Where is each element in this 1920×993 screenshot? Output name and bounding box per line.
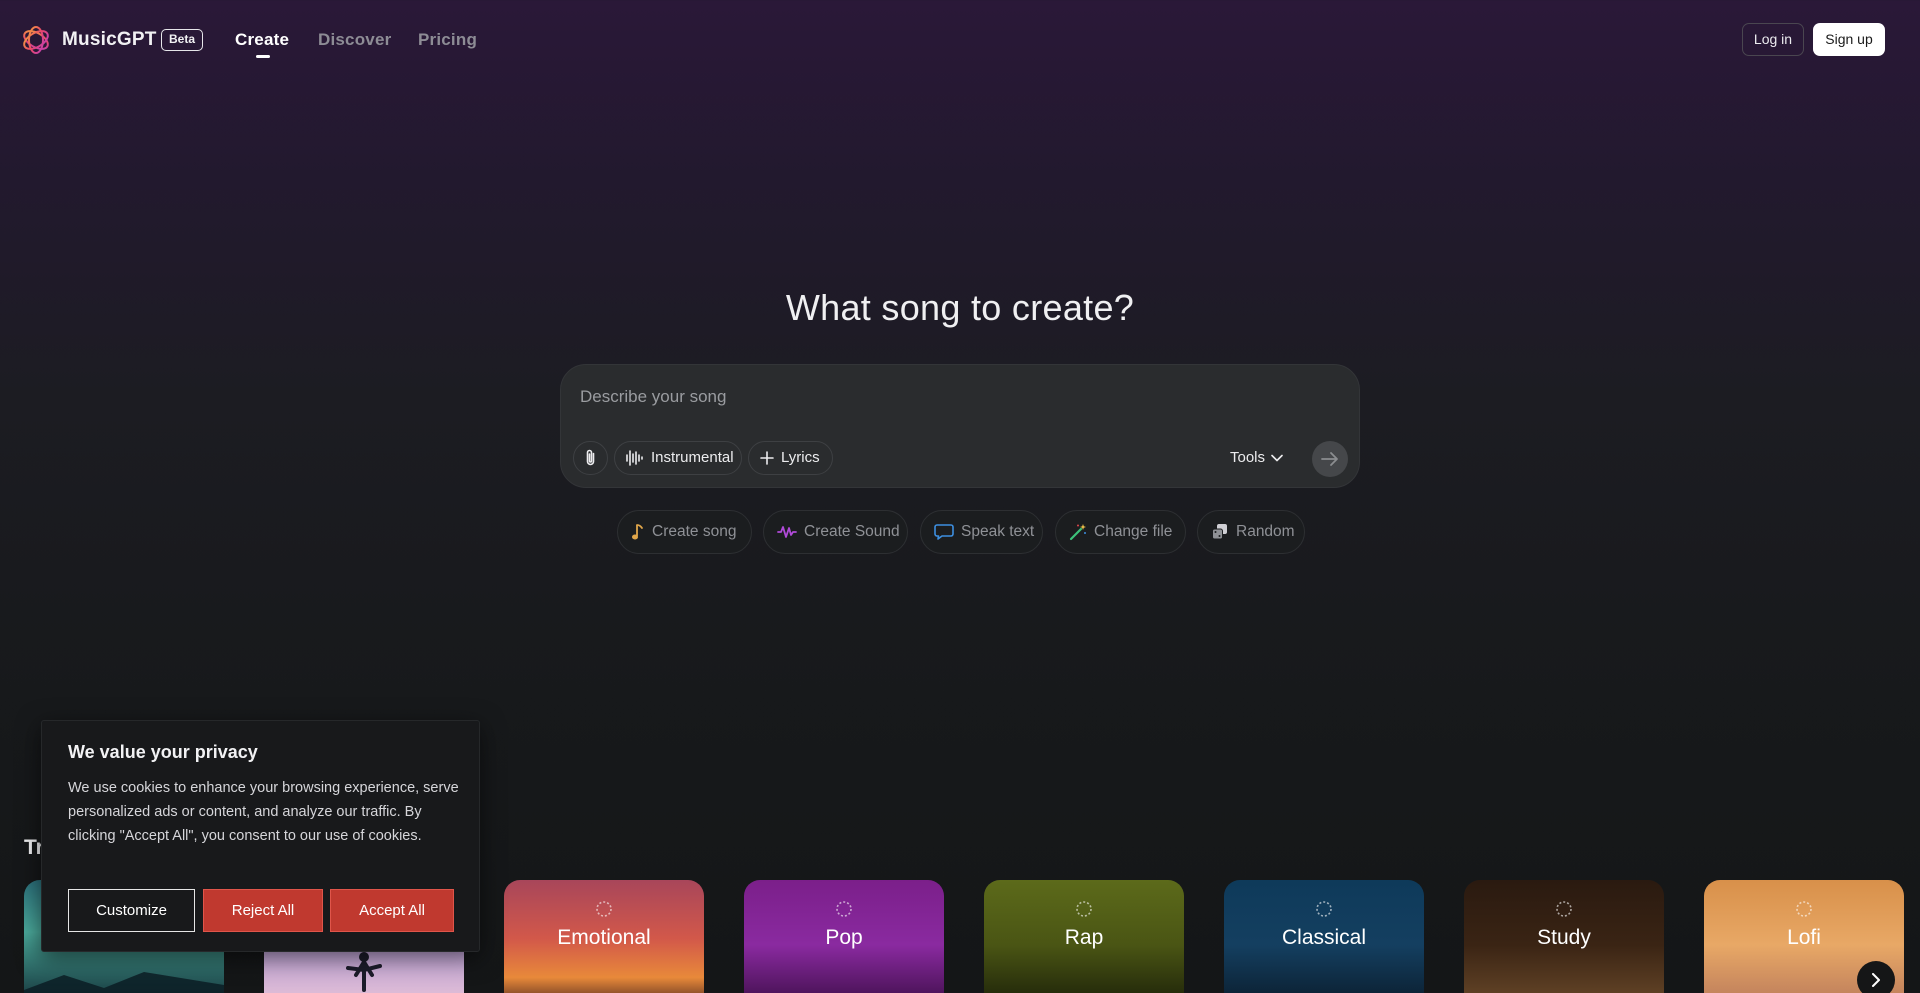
loading-spinner-icon [1076,901,1092,917]
genre-label: Pop [825,926,863,949]
waveform-icon [626,450,643,466]
tools-label: Tools [1230,449,1266,466]
brand-name[interactable]: MusicGPT [62,29,157,51]
create-song-button[interactable]: Create song [617,510,752,554]
nav-discover[interactable]: Discover [318,30,391,50]
genre-card-rap[interactable]: Rap [984,880,1184,993]
nav-create[interactable]: Create [235,30,289,50]
genre-card-classical[interactable]: Classical [1224,880,1424,993]
music-note-icon [632,524,643,540]
carousel-next-button[interactable] [1857,961,1895,993]
random-button[interactable]: Random [1197,510,1305,554]
create-sound-label: Create Sound [804,523,900,540]
hero-title: What song to create? [785,287,1135,328]
accept-all-button[interactable]: Accept All [330,889,454,932]
instrumental-toggle[interactable]: Instrumental [614,441,742,475]
lyrics-label: Lyrics [781,449,820,466]
arrow-right-icon [1321,452,1338,466]
customize-button[interactable]: Customize [68,889,195,932]
loading-spinner-icon [1796,901,1812,917]
chevron-down-icon [1271,454,1283,461]
genre-card-study[interactable]: Study [1464,880,1664,993]
cookie-consent-dialog: We value your privacy We use cookies to … [41,720,480,952]
waveform-icon [777,526,797,538]
lyrics-button[interactable]: Lyrics [748,441,833,475]
change-file-label: Change file [1094,523,1173,540]
random-label: Random [1236,523,1295,540]
nav-pricing[interactable]: Pricing [418,30,477,50]
instrumental-label: Instrumental [651,449,734,466]
genre-label: Emotional [557,926,651,949]
plus-icon [760,451,774,465]
attach-button[interactable] [573,441,608,475]
genre-label: Classical [1281,926,1367,949]
paperclip-icon [586,449,594,466]
speak-text-label: Speak text [961,523,1035,540]
reject-all-button[interactable]: Reject All [203,889,323,932]
prompt-box: Instrumental Lyrics Tools [560,364,1360,488]
loading-spinner-icon [596,901,612,917]
loading-spinner-icon [1316,901,1332,917]
change-file-button[interactable]: Change file [1055,510,1186,554]
loading-spinner-icon [1556,901,1572,917]
create-sound-button[interactable]: Create Sound [763,510,908,554]
create-song-label: Create song [652,523,737,540]
speak-text-button[interactable]: Speak text [920,510,1043,554]
loading-spinner-icon [836,901,852,917]
magic-wand-icon [1069,524,1086,541]
tools-dropdown[interactable]: Tools [1230,449,1283,466]
genre-card-pop[interactable]: Pop [744,880,944,993]
login-button[interactable]: Log in [1742,23,1804,56]
signup-button[interactable]: Sign up [1813,23,1885,56]
top-bar: MusicGPT Beta Create Discover Pricing Lo… [0,0,1920,80]
genre-label: Study [1537,926,1591,949]
nav-active-indicator [256,55,270,58]
speech-bubble-icon [934,524,954,540]
musicgpt-logo-icon[interactable] [20,24,52,56]
cookie-title: We value your privacy [68,742,258,762]
dice-icon [1212,524,1227,540]
beta-badge: Beta [161,29,204,51]
genre-label: Lofi [1787,926,1821,949]
genre-card-emotional[interactable]: Emotional [504,880,704,993]
genre-label: Rap [1064,926,1104,949]
cookie-text: We use cookies to enhance your browsing … [68,780,459,844]
song-description-input[interactable] [580,385,1280,409]
chevron-right-icon [1872,973,1880,987]
send-button[interactable] [1312,441,1348,477]
